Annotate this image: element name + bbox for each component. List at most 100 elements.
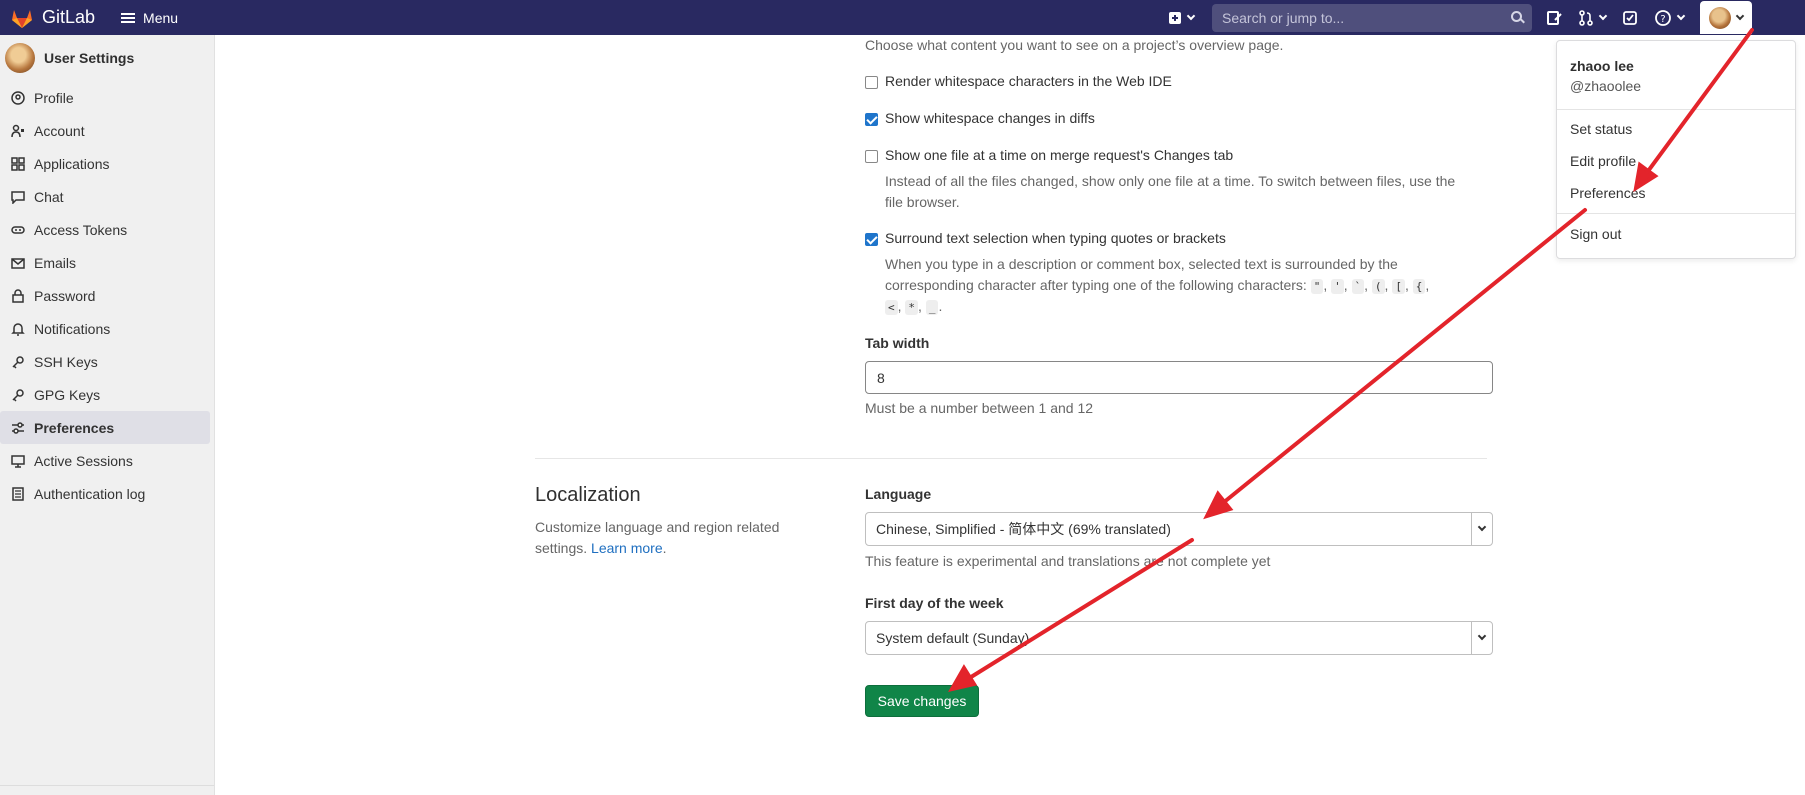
dropdown-divider bbox=[1557, 213, 1795, 214]
menu-item-edit-profile[interactable]: Edit profile bbox=[1570, 153, 1636, 169]
sidebar-item-gpg-keys[interactable]: GPG Keys bbox=[0, 378, 210, 411]
checkbox-surround-text[interactable] bbox=[865, 233, 878, 246]
sidebar-item-label: Access Tokens bbox=[34, 221, 128, 238]
language-value: Chinese, Simplified - 简体中文 (69% translat… bbox=[876, 521, 1171, 537]
label-one-file: Show one file at a time on merge request… bbox=[885, 147, 1234, 163]
chevron-down-icon bbox=[1186, 11, 1196, 21]
help-button[interactable]: ? bbox=[1646, 0, 1692, 35]
tab-width-label: Tab width bbox=[865, 335, 930, 351]
plus-square-icon bbox=[1169, 11, 1181, 24]
menu-item-preferences[interactable]: Preferences bbox=[1570, 185, 1645, 201]
label-show-whitespace: Show whitespace changes in diffs bbox=[885, 110, 1095, 126]
token-icon bbox=[11, 223, 25, 237]
profile-icon bbox=[11, 90, 25, 105]
avatar bbox=[5, 43, 35, 73]
menu-item-set-status[interactable]: Set status bbox=[1570, 121, 1632, 137]
avatar bbox=[1709, 6, 1731, 29]
label-surround-text: Surround text selection when typing quot… bbox=[885, 230, 1226, 246]
new-item-button[interactable] bbox=[1160, 0, 1202, 35]
search-input[interactable]: Search or jump to... bbox=[1212, 3, 1532, 32]
sidebar-item-label: Chat bbox=[34, 188, 64, 205]
mail-icon bbox=[11, 256, 25, 270]
sidebar-item-access-tokens[interactable]: Access Tokens bbox=[0, 213, 210, 246]
sidebar-item-label: Account bbox=[34, 122, 85, 139]
applications-icon bbox=[11, 156, 25, 171]
menu-button[interactable]: Menu bbox=[121, 10, 178, 26]
sidebar-item-preferences[interactable]: Preferences bbox=[0, 411, 210, 444]
section-divider bbox=[535, 458, 1487, 459]
sidebar-item-label: Notifications bbox=[34, 320, 111, 337]
chevron-down-icon bbox=[1477, 522, 1487, 532]
language-help: This feature is experimental and transla… bbox=[865, 553, 1271, 569]
account-icon bbox=[11, 124, 25, 138]
gitlab-logo[interactable]: GitLab bbox=[10, 7, 95, 29]
sidebar-item-label: Profile bbox=[34, 89, 74, 106]
language-label: Language bbox=[865, 486, 932, 502]
sidebar-item-applications[interactable]: Applications bbox=[0, 147, 210, 180]
merge-requests-button[interactable] bbox=[1570, 0, 1614, 35]
user-handle: @zhaoolee bbox=[1570, 78, 1642, 94]
log-icon bbox=[11, 486, 25, 501]
first-day-select[interactable]: System default (Sunday) bbox=[865, 621, 1493, 655]
top-navbar: GitLab Menu Search or jump to... ? bbox=[0, 0, 1805, 35]
learn-more-link[interactable]: Learn more bbox=[591, 540, 663, 556]
user-name: zhaoo lee bbox=[1570, 58, 1634, 74]
sidebar-header[interactable]: User Settings bbox=[0, 35, 214, 81]
chevron-down-icon bbox=[1676, 11, 1686, 21]
sidebar-item-chat[interactable]: Chat bbox=[0, 180, 210, 213]
dropdown-divider bbox=[1557, 109, 1795, 110]
localization-title: Localization bbox=[535, 484, 641, 506]
sidebar-item-ssh-keys[interactable]: SSH Keys bbox=[0, 345, 210, 378]
one-file-help-line2: file browser. bbox=[885, 194, 960, 210]
sidebar-item-notifications[interactable]: Notifications bbox=[0, 312, 210, 345]
chevron-down-icon bbox=[1598, 11, 1608, 21]
search-placeholder: Search or jump to... bbox=[1222, 9, 1345, 26]
todos-button[interactable] bbox=[1614, 0, 1646, 35]
issues-icon bbox=[1547, 10, 1562, 25]
sidebar-item-label: Applications bbox=[34, 155, 110, 172]
user-dropdown-menu: zhaoo lee @zhaoolee Set status Edit prof… bbox=[1556, 40, 1796, 259]
sidebar-item-label: Preferences bbox=[34, 419, 115, 436]
sidebar-item-label: SSH Keys bbox=[34, 353, 98, 370]
help-icon: ? bbox=[1655, 9, 1671, 26]
sidebar-item-active-sessions[interactable]: Active Sessions bbox=[0, 444, 210, 477]
menu-item-sign-out[interactable]: Sign out bbox=[1570, 226, 1621, 242]
sidebar-item-profile[interactable]: Profile bbox=[0, 81, 210, 114]
issues-button[interactable] bbox=[1538, 0, 1570, 35]
search-icon bbox=[1511, 10, 1522, 22]
preferences-icon bbox=[11, 421, 25, 435]
todo-check-icon bbox=[1623, 10, 1637, 25]
one-file-help-line1: Instead of all the files changed, show o… bbox=[885, 173, 1456, 189]
localization-description: Customize language and region related se… bbox=[535, 519, 780, 556]
lock-icon bbox=[11, 288, 25, 303]
sidebar-item-emails[interactable]: Emails bbox=[0, 246, 210, 279]
save-changes-button[interactable]: Save changes bbox=[865, 685, 979, 717]
merge-request-icon bbox=[1579, 9, 1593, 26]
hamburger-icon bbox=[121, 12, 136, 23]
user-menu-button[interactable] bbox=[1700, 1, 1752, 34]
chevron-down-icon bbox=[1735, 11, 1745, 21]
sidebar-item-label: Authentication log bbox=[34, 485, 146, 502]
surround-help-line2: corresponding character after typing one… bbox=[885, 277, 1430, 294]
surround-help-line3: <, *, _. bbox=[885, 296, 942, 318]
monitor-icon bbox=[11, 454, 25, 468]
sidebar-item-authentication-log[interactable]: Authentication log bbox=[0, 477, 210, 510]
sidebar-nav: Profile Account Applications Chat Access Tok… bbox=[0, 81, 214, 510]
sidebar-item-account[interactable]: Account bbox=[0, 114, 210, 147]
chevron-down-icon bbox=[1477, 631, 1487, 641]
settings-sidebar: User Settings Profile Account Applications… bbox=[0, 35, 215, 795]
label-render-whitespace: Render whitespace characters in the Web … bbox=[885, 73, 1172, 89]
first-day-value: System default (Sunday) bbox=[876, 630, 1030, 646]
sidebar-item-password[interactable]: Password bbox=[0, 279, 210, 312]
checkbox-render-whitespace[interactable] bbox=[865, 76, 878, 89]
chat-icon bbox=[11, 190, 25, 205]
app-name: GitLab bbox=[42, 7, 96, 27]
sidebar-title: User Settings bbox=[44, 50, 135, 66]
checkbox-show-whitespace[interactable] bbox=[865, 113, 878, 126]
tab-width-help: Must be a number between 1 and 12 bbox=[865, 400, 1094, 416]
language-select[interactable]: Chinese, Simplified - 简体中文 (69% translat… bbox=[865, 512, 1493, 546]
sidebar-item-label: GPG Keys bbox=[34, 386, 101, 403]
menu-label: Menu bbox=[143, 9, 179, 26]
tab-width-input[interactable]: 8 bbox=[865, 361, 1493, 394]
checkbox-one-file[interactable] bbox=[865, 150, 878, 163]
